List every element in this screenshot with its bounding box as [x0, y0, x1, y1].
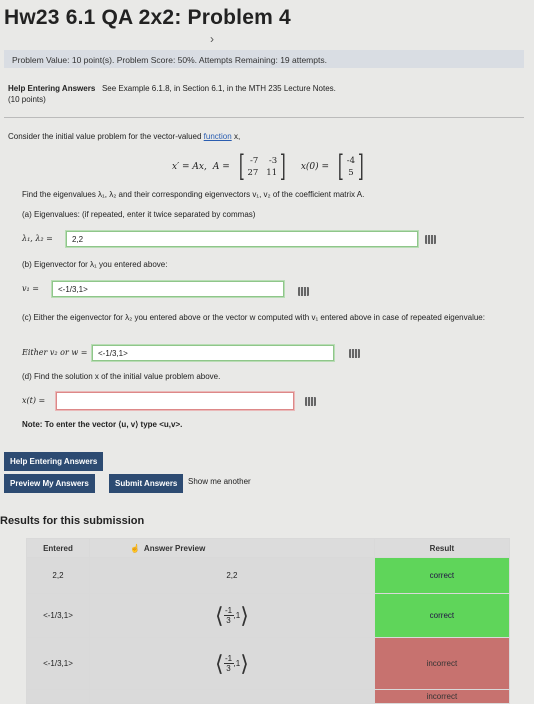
entered-cell: <-1/3,1>	[26, 637, 90, 690]
part-d-prefix: x(t) =	[22, 396, 46, 405]
eigenvector-v2-input[interactable]: <-1/3,1>	[92, 345, 334, 361]
results-table: Entered ☝ Answer Preview Result 2,2 2,2 c…	[26, 538, 511, 704]
table-row: incorrect	[26, 689, 511, 704]
chevron-right-icon[interactable]: ›	[210, 32, 214, 46]
table-row: <-1/3,1> ⟨ -1 3,1⟩ correct	[26, 593, 511, 638]
help-entering-label: Help Entering Answers	[8, 84, 96, 93]
matrix-a-cell: -7	[250, 156, 259, 166]
x0-vector: [ -4 5 ]	[337, 149, 364, 184]
result-cell: incorrect	[373, 689, 511, 704]
matrix-a-cell: 11	[266, 168, 278, 178]
problem-points: (10 points)	[8, 95, 46, 104]
result-cell: correct	[373, 593, 511, 638]
results-header-row: Entered ☝ Answer Preview Result	[26, 538, 511, 558]
preview-cell: ⟨ -1 3,1⟩	[88, 637, 375, 690]
part-b-prefix: v₁ =	[22, 284, 39, 293]
x0-cell: 5	[348, 168, 354, 178]
part-c-prefix: Either v₂ or w =	[22, 348, 88, 357]
problem-info-bar: Problem Value: 10 point(s). Problem Scor…	[4, 50, 524, 68]
matrix-a-cell: 27	[247, 168, 259, 178]
matrix-a: [ -7 -3 27 11 ]	[238, 149, 286, 184]
page-title: Hw23 6.1 QA 2x2: Problem 4	[4, 6, 291, 29]
help-entering-text: See Example 6.1.8, in Section 6.1, in th…	[101, 84, 336, 93]
part-b-label: (b) Eigenvector for λ₁ you entered above…	[22, 260, 168, 269]
x0-cell: -4	[346, 156, 356, 166]
help-entering-line: Help Entering Answers See Example 6.1.8,…	[8, 84, 336, 93]
results-title: Results for this submission	[0, 515, 145, 527]
x0-label: x(0) =	[300, 162, 330, 172]
table-row: 2,2 2,2 correct	[26, 557, 511, 594]
matrix-a-cell: -3	[268, 156, 278, 166]
eigenvalues-input[interactable]: 2,2	[66, 231, 418, 247]
submit-button[interactable]: Submit Answers	[109, 474, 184, 493]
function-link[interactable]: function	[204, 132, 232, 141]
header-preview: ☝ Answer Preview	[88, 538, 375, 558]
header-result: Result	[373, 538, 511, 558]
part-c-label: (c) Either the eigenvector for λ₂ you en…	[22, 313, 485, 322]
keyboard-icon[interactable]	[349, 349, 360, 358]
preview-cell: ⟨ -1 3,1⟩	[88, 593, 375, 638]
equation-lhs: x′ = Ax,	[172, 162, 207, 172]
consider-suffix: x,	[233, 132, 241, 141]
preview-button[interactable]: Preview My Answers	[4, 474, 95, 493]
result-cell: incorrect	[373, 637, 511, 690]
part-a-label: (a) Eigenvalues: (if repeated, enter it …	[22, 210, 256, 219]
consider-text: Consider the initial value problem for t…	[8, 132, 240, 141]
result-cell: correct	[373, 557, 511, 594]
solution-input[interactable]	[56, 392, 294, 410]
entered-cell: <-1/3,1>	[26, 593, 90, 638]
keyboard-icon[interactable]	[305, 397, 316, 406]
table-row: <-1/3,1> ⟨ -1 3,1⟩ incorrect	[26, 637, 511, 690]
entered-cell	[26, 689, 90, 704]
part-d-label: (d) Find the solution x of the initial v…	[22, 372, 221, 381]
preview-cell	[88, 689, 375, 704]
consider-prefix: Consider the initial value problem for t…	[8, 132, 202, 141]
keyboard-icon[interactable]	[298, 287, 309, 296]
show-another-button[interactable]: Show me another	[188, 477, 251, 486]
keyboard-icon[interactable]	[425, 235, 436, 244]
divider	[4, 117, 524, 118]
eigenvector-v1-input[interactable]: <-1/3,1>	[52, 281, 284, 297]
preview-cell: 2,2	[88, 557, 375, 594]
header-entered: Entered	[26, 538, 90, 558]
part-a-prefix: λ₁, λ₂ =	[22, 234, 53, 243]
hand-cursor-icon: ☝	[129, 543, 140, 553]
help-entering-button[interactable]: Help Entering Answers	[4, 452, 104, 471]
find-eigen-text: Find the eigenvalues λ₁, λ₂ and their co…	[22, 190, 365, 199]
matrix-a-label: A =	[212, 162, 230, 172]
entered-cell: 2,2	[26, 557, 90, 594]
note-text: Note: To enter the vector ⟨u, v⟩ type <u…	[22, 420, 183, 429]
equation: x′ = Ax, A = [ -7 -3 27 11 ] x(0) = [ -4…	[172, 152, 367, 182]
